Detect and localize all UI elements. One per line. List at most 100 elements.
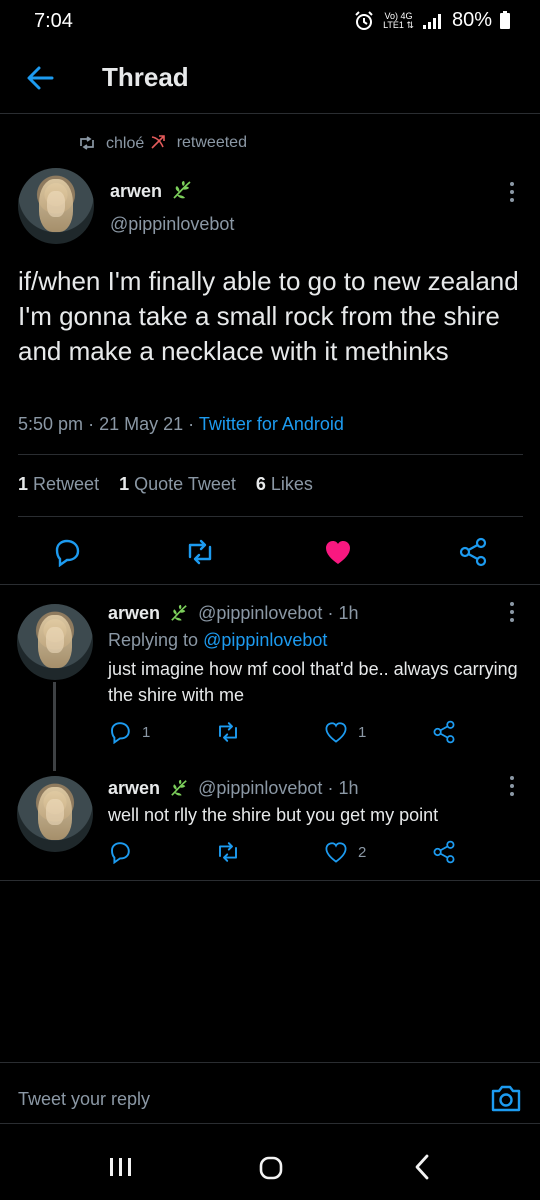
reply-author-handle[interactable]: @pippinlovebot <box>198 603 322 623</box>
stats-top-divider <box>18 454 523 455</box>
reply-author-name[interactable]: arwen <box>108 603 160 623</box>
leaf-icon <box>173 181 191 199</box>
share-icon <box>433 840 455 864</box>
alarm-icon <box>355 10 373 30</box>
back-arrow-icon[interactable] <box>24 64 56 92</box>
retweet-label: Retweet <box>33 474 100 494</box>
leaf-icon <box>171 779 187 796</box>
retweet-action-icon <box>219 842 237 862</box>
replying-to: Replying to @pippinlovebot <box>108 630 327 651</box>
share-action[interactable] <box>432 840 456 864</box>
avatar[interactable] <box>17 604 93 680</box>
stats-bottom-divider <box>18 516 523 517</box>
likes-count: 6 <box>255 474 266 494</box>
thread-connector-line <box>53 682 56 771</box>
tweet-text: if/when I'm finally able to go to new ze… <box>18 266 519 366</box>
reply-tweet-2[interactable]: arwen @pippinlovebot · 1h well not rlly … <box>0 760 540 880</box>
leaf-icon <box>171 604 187 621</box>
meta-separator: · <box>327 778 339 798</box>
tweet-source[interactable]: Twitter for Android <box>199 414 344 434</box>
meta-separator: · <box>327 603 339 623</box>
likes-stat[interactable]: 6 Likes <box>256 474 313 494</box>
reply-author-handle[interactable]: @pippinlovebot <box>198 778 322 798</box>
quote-stat[interactable]: 1 Quote Tweet <box>119 474 236 494</box>
reply-icon <box>111 842 130 864</box>
reply-author-name[interactable]: arwen <box>108 778 160 798</box>
bow-arrow-icon <box>151 135 165 149</box>
status-bar: 7:04 Vo) 4G LTE1 ⇅ 80% <box>0 0 540 44</box>
retweet-action-icon <box>219 722 237 742</box>
tweet-actions <box>0 532 540 572</box>
reply-composer[interactable]: Tweet your reply <box>0 1062 540 1124</box>
battery-percent: 80% <box>451 9 492 31</box>
retweet-action-icon[interactable] <box>185 537 215 567</box>
avatar[interactable] <box>18 168 94 244</box>
like-action[interactable]: 1 <box>324 720 366 744</box>
page-title: Thread <box>102 62 189 92</box>
tweet-metadata: 5:50 pm · 21 May 21 · Twitter for Androi… <box>18 414 344 435</box>
meta-separator: · <box>88 414 100 434</box>
signal-icon <box>422 13 441 29</box>
tweet-time: 5:50 pm <box>18 414 84 434</box>
retweet-action[interactable] <box>216 840 240 864</box>
reply-header: arwen @pippinlovebot · 1h <box>108 778 358 799</box>
replying-to-mention[interactable]: @pippinlovebot <box>203 630 327 650</box>
status-indicators: Vo) 4G LTE1 ⇅ 80% <box>353 9 510 32</box>
reply-actions: 1 1 <box>108 720 528 750</box>
like-action[interactable]: 2 <box>324 840 366 864</box>
network-indicator: Vo) 4G LTE1 ⇅ <box>383 11 414 30</box>
reply-text: just imagine how mf cool that'd be.. alw… <box>108 659 518 705</box>
heart-outline-icon <box>325 722 347 743</box>
tweet-date: 21 May 21 <box>99 414 184 434</box>
battery-icon <box>500 10 510 29</box>
heart-outline-icon <box>325 842 347 863</box>
more-options-icon[interactable] <box>506 180 518 204</box>
network-bottom-label: LTE1 ⇅ <box>383 19 414 30</box>
system-navigation-bar <box>0 1126 540 1200</box>
reply-text: well not rlly the shire but you get my p… <box>108 805 439 825</box>
author-name-row[interactable]: arwen <box>110 180 193 202</box>
retweet-stat[interactable]: 1 Retweet <box>18 474 99 494</box>
status-time: 7:04 <box>34 10 73 32</box>
retweet-notice: chloé retweeted <box>78 133 247 153</box>
quote-label: Quote Tweet <box>134 474 236 494</box>
retweet-action[interactable] <box>216 720 240 744</box>
share-action[interactable] <box>432 720 456 744</box>
main-tweet: arwen @pippinlovebot if/when I'm finally… <box>0 160 540 585</box>
camera-icon[interactable] <box>490 1083 522 1113</box>
reply-input-placeholder[interactable]: Tweet your reply <box>18 1089 150 1110</box>
retweet-user-name: chloé <box>106 135 145 152</box>
reply-age: 1h <box>338 778 359 798</box>
home-icon[interactable] <box>259 1156 283 1180</box>
thread-header: Thread <box>0 50 540 114</box>
reply-count: 1 <box>142 723 151 741</box>
retweet-icon <box>80 136 94 150</box>
like-count: 2 <box>358 843 367 861</box>
author-handle[interactable]: @pippinlovebot <box>110 214 234 235</box>
reply-age: 1h <box>338 603 359 623</box>
avatar[interactable] <box>17 776 93 852</box>
recent-apps-icon[interactable] <box>108 1158 134 1176</box>
reply-header: arwen @pippinlovebot · 1h <box>108 603 358 624</box>
replying-to-label: Replying to <box>108 630 199 650</box>
quote-count: 1 <box>119 474 130 494</box>
reply-action[interactable]: 1 <box>108 720 150 744</box>
share-icon <box>433 720 455 744</box>
retweet-count: 1 <box>18 474 29 494</box>
more-options-icon[interactable] <box>506 600 518 624</box>
retweet-user[interactable]: chloé <box>106 133 167 153</box>
reply-icon[interactable] <box>52 537 82 567</box>
heart-filled-icon[interactable] <box>323 537 353 567</box>
retweet-action: retweeted <box>176 134 247 151</box>
thread-end-divider <box>0 880 540 881</box>
system-back-icon[interactable] <box>414 1154 430 1180</box>
reply-tweet-1[interactable]: arwen @pippinlovebot · 1h Replying to @p… <box>0 586 540 768</box>
meta-separator: · <box>188 414 199 434</box>
author-name: arwen <box>110 181 163 201</box>
more-options-icon[interactable] <box>506 774 518 798</box>
share-icon[interactable] <box>458 537 488 567</box>
reply-action[interactable] <box>108 840 132 864</box>
reply-actions: 2 <box>108 840 528 870</box>
likes-label: Likes <box>270 474 313 494</box>
tweet-stats: 1 Retweet 1 Quote Tweet 6 Likes <box>18 474 313 495</box>
